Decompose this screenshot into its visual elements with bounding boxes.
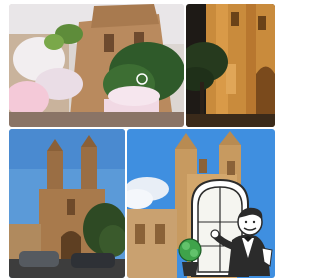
gallery-photo-3[interactable] [9,129,125,278]
gallery-photo-1[interactable] [9,4,184,127]
gallery-photo-2[interactable] [186,4,275,127]
church-floral-photo [9,4,184,127]
restaurant-waiter-icon [178,178,273,277]
photo-gallery [0,0,275,278]
baroque-church-photo [9,129,125,278]
church-night-photo [186,4,275,127]
